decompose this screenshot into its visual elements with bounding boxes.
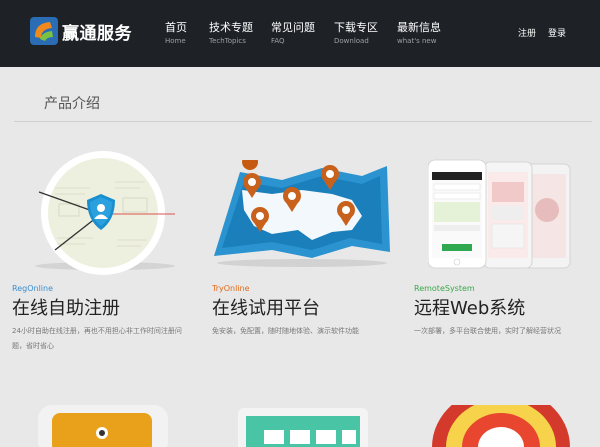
nav-download-label: 下载专区 <box>334 21 378 34</box>
product-try-name[interactable]: 在线试用平台 <box>212 294 320 320</box>
product-5-illustration[interactable] <box>238 408 368 447</box>
brand-logo-icon[interactable] <box>30 17 58 45</box>
product-try-sub[interactable]: TryOnline <box>212 284 250 293</box>
nav-whatsnew-label: 最新信息 <box>397 21 441 34</box>
product-reg-name[interactable]: 在线自助注册 <box>12 294 120 320</box>
nav-faq[interactable]: 常见问题 FAQ <box>271 21 315 46</box>
product-remote-sub[interactable]: RemoteSystem <box>414 284 475 293</box>
product-4-illustration[interactable] <box>38 405 168 447</box>
nav-download-sub: Download <box>334 37 369 45</box>
try-online-illustration[interactable] <box>212 160 392 272</box>
product-reg-sub[interactable]: RegOnline <box>12 284 53 293</box>
section-title: 产品介绍 <box>44 96 100 112</box>
remote-system-illustration[interactable] <box>428 158 578 272</box>
nav-faq-label: 常见问题 <box>271 21 315 34</box>
nav-techtopics-sub: TechTopics <box>209 37 246 45</box>
nav-faq-sub: FAQ <box>271 37 285 45</box>
login-link[interactable]: 登录 <box>548 26 566 39</box>
nav-techtopics-label: 技术专题 <box>209 21 253 34</box>
nav-home-sub: Home <box>165 37 186 45</box>
register-link[interactable]: 注册 <box>518 26 536 39</box>
nav-home-label: 首页 <box>165 21 187 34</box>
nav-download[interactable]: 下载专区 Download <box>334 21 378 46</box>
brand-name[interactable]: 赢通服务 <box>62 19 132 44</box>
nav-whatsnew[interactable]: 最新信息 what's new <box>397 21 441 46</box>
product-6-illustration[interactable] <box>432 405 570 447</box>
product-reg-desc: 24小时自助在线注册，再也不用担心非工作时间注册问题，省时省心 <box>12 327 182 350</box>
nav-whatsnew-sub: what's new <box>397 37 437 45</box>
nav-techtopics[interactable]: 技术专题 TechTopics <box>209 21 253 46</box>
product-remote-desc: 一次部署，多平台联合使用，实时了解经营状况 <box>414 327 561 335</box>
product-remote-name[interactable]: 远程Web系统 <box>414 294 525 320</box>
section-divider <box>14 121 592 122</box>
reg-online-illustration[interactable] <box>15 148 195 278</box>
nav-home[interactable]: 首页 Home <box>165 21 187 46</box>
top-header: 赢通服务 首页 Home 技术专题 TechTopics 常见问题 FAQ 下载… <box>0 0 600 67</box>
product-try-desc: 免安装，免配置，随时随地体验、演示软件功能 <box>212 327 359 335</box>
